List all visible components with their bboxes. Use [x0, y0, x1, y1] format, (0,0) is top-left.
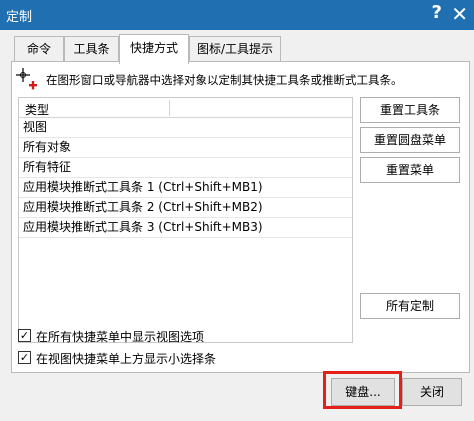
list-header: 类型: [19, 98, 352, 118]
list-item-radial-toolbar-1[interactable]: 应用模块推断式工具条 1 (Ctrl+Shift+MB1): [19, 178, 352, 198]
reset-menu-button[interactable]: 重置菜单: [360, 157, 460, 183]
checkmark-icon[interactable]: ✓: [18, 351, 31, 364]
column-header-type[interactable]: 类型: [25, 101, 49, 118]
list-item-view[interactable]: 视图: [19, 118, 352, 138]
window-title: 定制: [6, 10, 33, 25]
list-item-all-objects[interactable]: 所有对象: [19, 138, 352, 158]
list-item-radial-toolbar-3[interactable]: 应用模块推断式工具条 3 (Ctrl+Shift+MB3): [19, 218, 352, 238]
title-bar: 定制 ? ✕: [0, 0, 474, 30]
help-icon[interactable]: ?: [432, 2, 442, 23]
checkmark-icon[interactable]: ✓: [18, 329, 31, 342]
close-button[interactable]: 关闭: [402, 378, 462, 406]
tab-shortcuts[interactable]: 快捷方式: [119, 34, 189, 64]
list-item-radial-toolbar-2[interactable]: 应用模块推断式工具条 2 (Ctrl+Shift+MB2): [19, 198, 352, 218]
tab-toolbars[interactable]: 工具条: [64, 36, 119, 62]
list-item-all-features[interactable]: 所有特征: [19, 158, 352, 178]
shortcuts-panel: 在图形窗口或导航器中选择对象以定制其快捷工具条或推断式工具条。 类型 视图 所有…: [11, 61, 470, 373]
show-selection-bar-label[interactable]: 在视图快捷菜单上方显示小选择条: [36, 350, 216, 367]
highlight-box: [323, 371, 402, 409]
close-icon[interactable]: ✕: [451, 2, 468, 26]
show-view-options-label[interactable]: 在所有快捷菜单中显示视图选项: [36, 328, 204, 345]
tab-icons-tooltips[interactable]: 图标/工具提示: [189, 36, 281, 62]
tab-commands[interactable]: 命令: [14, 36, 64, 62]
column-separator[interactable]: [169, 100, 170, 116]
reset-toolbar-button[interactable]: 重置工具条: [360, 97, 460, 123]
hint-text: 在图形窗口或导航器中选择对象以定制其快捷工具条或推断式工具条。: [46, 73, 403, 87]
shortcut-type-list[interactable]: 类型 视图 所有对象 所有特征 应用模块推断式工具条 1 (Ctrl+Shift…: [18, 97, 353, 343]
customize-all-button[interactable]: 所有定制: [360, 293, 460, 319]
select-cursor-icon: [16, 68, 37, 90]
reset-radial-menu-button[interactable]: 重置圆盘菜单: [360, 127, 460, 153]
